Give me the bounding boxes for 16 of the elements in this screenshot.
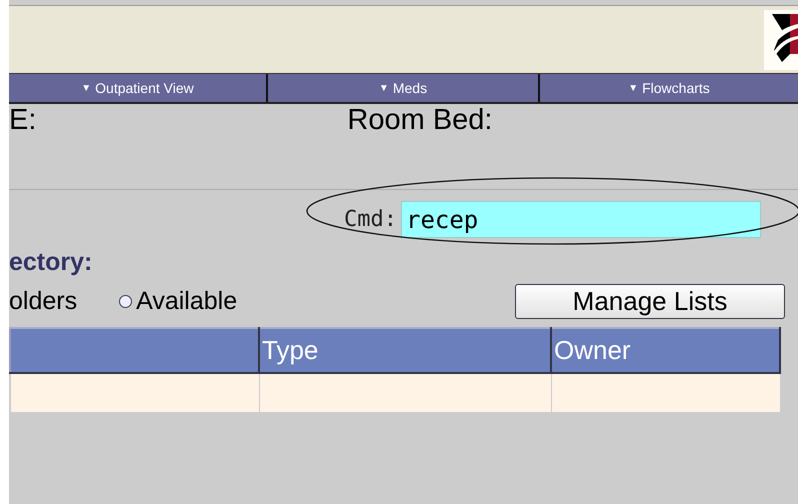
radio-button[interactable] [119, 294, 132, 308]
caret-icon: ▼ [81, 82, 92, 94]
room-bed-label: Room Bed: [347, 104, 492, 136]
cmd-label: Cmd: [344, 207, 397, 232]
field-label: E: [9, 104, 36, 136]
manage-lists-button[interactable]: Manage Lists [515, 284, 785, 318]
caret-icon: ▼ [628, 82, 638, 94]
section-title: ectory: [9, 247, 94, 278]
radio-label: Available [136, 286, 238, 316]
command-field[interactable]: recep [401, 201, 761, 238]
option-label: olders [9, 286, 78, 316]
column-header[interactable]: Type [259, 328, 551, 373]
logo-icon [764, 10, 798, 70]
caret-icon: ▼ [378, 82, 389, 94]
column-header[interactable] [10, 328, 259, 373]
column-header[interactable]: Owner [551, 328, 780, 373]
